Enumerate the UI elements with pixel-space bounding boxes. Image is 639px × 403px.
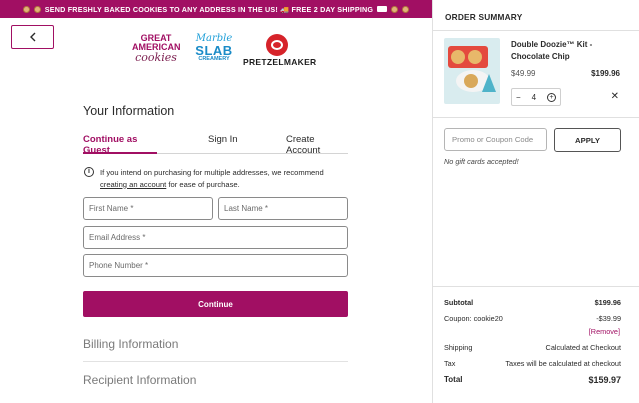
create-account-link[interactable]: creating an account xyxy=(100,180,166,189)
subtotal-label: Subtotal xyxy=(444,298,474,307)
great-american-cookies-logo[interactable]: GREAT AMERICAN cookies xyxy=(132,34,181,64)
shipping-row: Shipping Calculated at Checkout xyxy=(444,343,621,352)
total-row: Total $159.97 xyxy=(444,375,621,385)
decrease-quantity-button[interactable]: − xyxy=(516,93,521,102)
ms-logo-line3: CREAMERY xyxy=(198,56,230,62)
order-summary-panel: ORDER SUMMARY Double Doozie™ Kit - Choco… xyxy=(432,0,639,403)
truck-icon xyxy=(377,6,388,12)
back-button[interactable] xyxy=(11,25,54,49)
account-tabs: Continue as Guest Sign In Create Account xyxy=(83,134,348,156)
info-icon: i xyxy=(84,167,94,177)
total-label: Total xyxy=(444,375,463,384)
pretzelmaker-logo[interactable]: PRETZELMAKER xyxy=(243,34,317,67)
remove-item-button[interactable]: ✕ xyxy=(611,91,619,102)
multiple-address-notice: i If you intend on purchasing for multip… xyxy=(84,167,348,190)
pretzel-icon xyxy=(266,34,288,56)
email-field[interactable]: Email Address * xyxy=(83,226,348,249)
gac-logo-line3: cookies xyxy=(135,51,177,64)
marble-slab-logo[interactable]: Marble SLAB CREAMERY xyxy=(194,34,234,63)
first-name-field[interactable]: First Name * xyxy=(83,197,213,220)
tax-label: Tax xyxy=(444,359,456,368)
recipient-information-section[interactable]: Recipient Information xyxy=(83,373,348,387)
coupon-row: Coupon: cookie20 -$39.99 xyxy=(444,314,621,323)
notice-text-post: for ease of purchase. xyxy=(166,179,240,189)
divider xyxy=(433,30,639,31)
last-name-field[interactable]: Last Name * xyxy=(218,197,348,220)
notice-text-pre: If you intend on purchasing for multiple… xyxy=(100,168,324,177)
no-gift-cards-note: No gift cards accepted! xyxy=(444,157,519,166)
shipping-label: Shipping xyxy=(444,343,473,352)
remove-coupon-link[interactable]: [Remove] xyxy=(589,327,620,336)
increase-quantity-button[interactable]: + xyxy=(547,92,556,102)
tax-row: Tax Taxes will be calculated at checkout xyxy=(444,359,621,368)
subtotal-value: $199.96 xyxy=(594,298,621,307)
product-name: Double Doozie™ Kit - Chocolate Chip xyxy=(511,40,593,61)
divider xyxy=(433,117,639,118)
product-unit-price: $49.99 xyxy=(511,69,536,78)
your-information-heading: Your Information xyxy=(83,104,175,118)
total-value: $159.97 xyxy=(588,375,621,385)
banner-text: SEND FRESHLY BAKED COOKIES TO ANY ADDRES… xyxy=(44,4,374,14)
checkout-page: SEND FRESHLY BAKED COOKIES TO ANY ADDRES… xyxy=(0,0,639,403)
cookie-icon xyxy=(22,5,30,13)
product-line-total: $199.96 xyxy=(591,69,620,78)
tax-value: Taxes will be calculated at checkout xyxy=(505,359,621,368)
subtotal-row: Subtotal $199.96 xyxy=(444,298,621,307)
order-summary-title: ORDER SUMMARY xyxy=(445,12,523,22)
shipping-value: Calculated at Checkout xyxy=(545,343,621,352)
tab-create-account[interactable]: Create Account xyxy=(286,134,348,156)
promo-code-input[interactable]: Promo or Coupon Code xyxy=(444,128,547,151)
product-image xyxy=(444,38,500,104)
billing-information-section[interactable]: Billing Information xyxy=(83,337,348,362)
cookie-icon xyxy=(402,5,410,13)
tab-continue-as-guest[interactable]: Continue as Guest xyxy=(83,134,157,156)
promo-banner: SEND FRESHLY BAKED COOKIES TO ANY ADDRES… xyxy=(0,0,432,18)
coupon-label: Coupon: cookie20 xyxy=(444,314,503,323)
continue-button[interactable]: Continue xyxy=(83,291,348,317)
pm-logo-name: PRETZELMAKER xyxy=(243,57,317,67)
cookie-icon xyxy=(391,5,399,13)
divider xyxy=(433,286,639,287)
tab-sign-in[interactable]: Sign In xyxy=(208,134,238,154)
apply-promo-button[interactable]: APPLY xyxy=(554,128,621,152)
phone-field[interactable]: Phone Number * xyxy=(83,254,348,277)
checkout-form-panel: SEND FRESHLY BAKED COOKIES TO ANY ADDRES… xyxy=(0,0,432,403)
quantity-stepper: − 4 + xyxy=(511,88,561,106)
chevron-left-icon xyxy=(29,32,35,42)
coupon-value: -$39.99 xyxy=(596,314,621,323)
quantity-value: 4 xyxy=(531,92,537,102)
cookie-icon xyxy=(33,5,41,13)
